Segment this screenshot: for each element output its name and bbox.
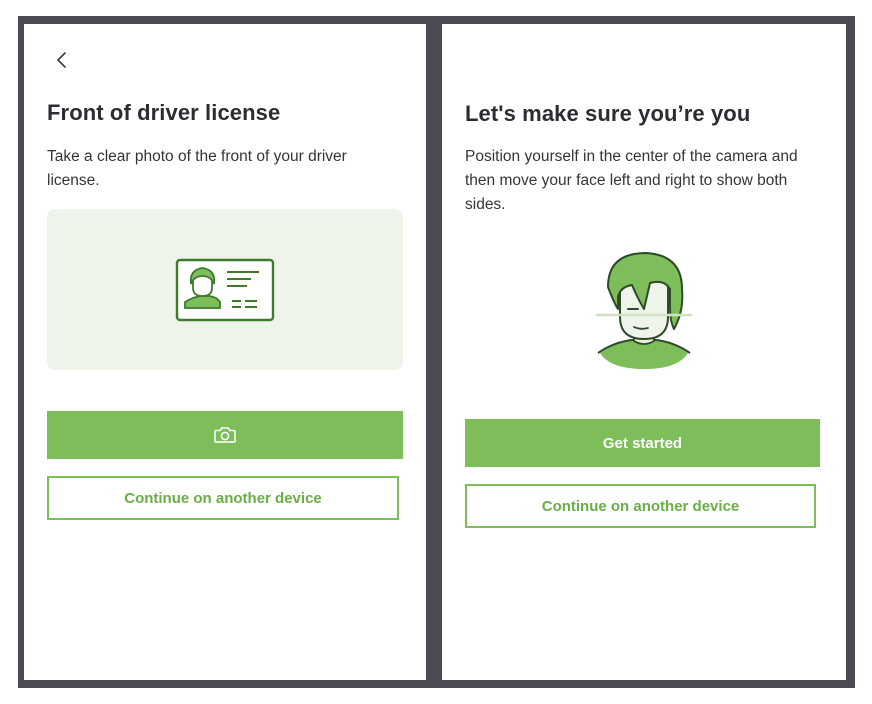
instructions-text: Position yourself in the center of the c… (465, 148, 798, 213)
get-started-button[interactable]: Get started (465, 419, 820, 467)
continue-another-device-button[interactable]: Continue on another device (47, 476, 399, 520)
back-button[interactable] (50, 48, 74, 72)
driver-license-icon (175, 258, 275, 322)
license-screen: Front of driver license Take a clear pho… (24, 24, 426, 680)
continue-another-device-button[interactable]: Continue on another device (465, 484, 816, 528)
take-photo-button[interactable] (47, 411, 403, 459)
camera-icon (214, 427, 236, 443)
face-scan-icon (596, 252, 692, 369)
page-title: Front of driver license (47, 100, 281, 125)
chevron-left-icon (57, 52, 66, 68)
page-title: Let's make sure you’re you (465, 101, 751, 126)
instructions-text: Take a clear photo of the front of your … (47, 148, 347, 189)
selfie-screen: Let's make sure you’re you Position your… (442, 24, 846, 680)
license-illustration-panel (47, 209, 403, 370)
